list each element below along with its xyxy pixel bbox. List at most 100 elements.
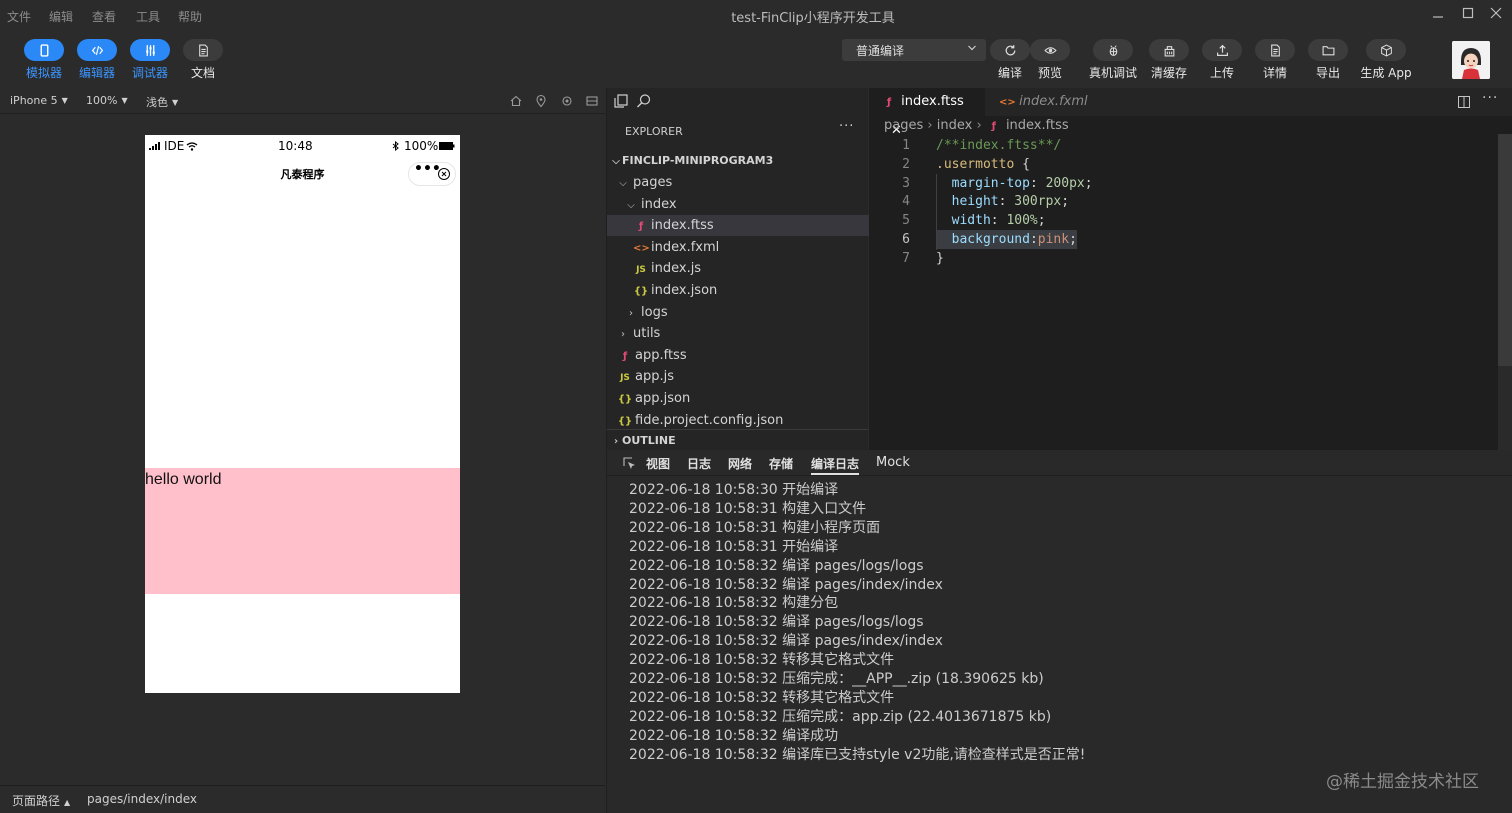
tab-mock[interactable]: Mock: [876, 455, 910, 470]
code-line[interactable]: 1 /**index.ftss**/: [869, 136, 1469, 155]
tree-item[interactable]: {} fide.project.config.json: [607, 410, 869, 431]
code-line[interactable]: 2 .usermotto {: [869, 155, 1469, 174]
tree-item[interactable]: ƒ app.ftss: [607, 345, 869, 366]
zoom-select[interactable]: 100% ▼: [86, 94, 128, 107]
tree-item[interactable]: ⌵ index: [607, 194, 869, 215]
log-line: 2022-06-18 10:58:32 编译 pages/logs/logs: [629, 557, 924, 574]
location-icon[interactable]: [534, 94, 548, 108]
tab-log[interactable]: 日志: [687, 455, 711, 472]
search-icon[interactable]: [636, 93, 652, 109]
tree-item[interactable]: › logs: [607, 302, 869, 323]
breadcrumb-item[interactable]: index: [937, 118, 973, 133]
chevron-right-icon: ›: [976, 118, 986, 133]
clear-cache-label[interactable]: 清缓存: [1139, 64, 1199, 81]
compile-button[interactable]: [990, 39, 1030, 61]
code-token: 200px: [1045, 175, 1085, 191]
line-number: 3: [902, 175, 910, 191]
avatar[interactable]: [1452, 41, 1490, 79]
compile-mode-value: 普通编译: [856, 44, 905, 58]
tree-item[interactable]: {} index.json: [607, 280, 869, 301]
explorer-header: EXPLORER: [625, 125, 683, 138]
compile-mode-select[interactable]: 普通编译: [842, 39, 986, 61]
explorer-more-icon[interactable]: ···: [839, 119, 854, 134]
tree-item[interactable]: <>index.fxml: [607, 237, 869, 258]
code-line[interactable]: 6 background:pink;: [869, 230, 1469, 249]
details-button[interactable]: [1255, 39, 1295, 61]
outline-section[interactable]: › OUTLINE: [607, 429, 869, 450]
clear-cache-button[interactable]: [1149, 39, 1189, 61]
export-label[interactable]: 导出: [1298, 64, 1358, 81]
js-file-icon: JS: [620, 373, 630, 384]
tree-item[interactable]: JS app.js: [607, 366, 869, 387]
breadcrumb-item[interactable]: index.ftss: [1006, 118, 1069, 133]
tab-network[interactable]: 网络: [728, 455, 752, 472]
tree-item[interactable]: ƒ index.ftss: [607, 215, 869, 237]
simulator-toolbar: iPhone 5 ▼ 100% ▼ 浅色 ▼: [0, 88, 605, 114]
tree-item[interactable]: JS index.js: [607, 258, 869, 279]
scrollbar-thumb[interactable]: [1498, 134, 1512, 366]
docs-label[interactable]: 文档: [173, 64, 233, 81]
watermark: @稀土掘金技术社区: [1326, 772, 1479, 792]
upload-label[interactable]: 上传: [1192, 64, 1252, 81]
simulator-toggle-button[interactable]: [24, 39, 64, 61]
close-mini-program-icon[interactable]: [437, 167, 451, 181]
debugger-toggle-button[interactable]: [130, 39, 170, 61]
debugger-label[interactable]: 调试器: [120, 64, 180, 81]
battery-percent: 100%: [404, 139, 439, 153]
code-line[interactable]: 3 margin-top: 200px;: [869, 174, 1469, 193]
device-debug-button[interactable]: [1093, 39, 1133, 61]
docs-button[interactable]: [183, 39, 223, 61]
theme-select[interactable]: 浅色 ▼: [146, 94, 178, 110]
close-icon[interactable]: [1486, 6, 1506, 24]
inspect-element-icon[interactable]: [623, 457, 636, 470]
device-select[interactable]: iPhone 5 ▼: [10, 94, 68, 107]
code-line[interactable]: 5 width: 100%;: [869, 211, 1469, 230]
project-root[interactable]: ⌵ FINCLIP-MINIPROGRAM3: [607, 150, 869, 171]
line-number: 2: [902, 156, 910, 172]
page-path-label[interactable]: 页面路径 ▲: [12, 792, 70, 809]
minimize-icon[interactable]: [1428, 6, 1448, 24]
chevron-right-icon: ›: [621, 329, 625, 341]
breadcrumb-item[interactable]: pages: [884, 118, 923, 133]
code-line[interactable]: 7}: [869, 249, 1469, 268]
export-button[interactable]: [1308, 39, 1348, 61]
tab-view[interactable]: 视图: [646, 455, 670, 472]
editor-scrollbar[interactable]: [1498, 134, 1512, 450]
upload-button[interactable]: [1202, 39, 1242, 61]
maximize-icon[interactable]: [1458, 6, 1478, 24]
editor-toggle-button[interactable]: [77, 39, 117, 61]
log-line: 2022-06-18 10:58:32 编译 pages/logs/logs: [629, 614, 924, 631]
files-icon[interactable]: [613, 93, 629, 109]
tab-storage[interactable]: 存储: [769, 455, 793, 472]
fxml-file-icon: <>: [633, 242, 650, 254]
fxml-file-icon: <>: [999, 97, 1016, 108]
tab-index-ftss[interactable]: ƒ index.ftss ✕: [869, 88, 985, 138]
tab-index-fxml[interactable]: <> index.fxml: [987, 88, 1097, 116]
log-line: 2022-06-18 10:58:32 构建分包: [629, 595, 839, 612]
device-debug-label[interactable]: 真机调试: [1083, 64, 1143, 81]
tree-item[interactable]: {} app.json: [607, 388, 869, 409]
details-label[interactable]: 详情: [1245, 64, 1305, 81]
layout-icon[interactable]: [585, 94, 599, 108]
home-icon[interactable]: [509, 94, 523, 108]
capsule-menu[interactable]: •••: [408, 161, 456, 186]
simulator-label[interactable]: 模拟器: [14, 64, 74, 81]
tree-item[interactable]: › utils: [607, 323, 869, 344]
editor-more-icon[interactable]: ···: [1482, 90, 1498, 106]
build-app-label[interactable]: 生成 App: [1356, 64, 1416, 81]
device-value: iPhone 5: [10, 94, 58, 107]
editor-label[interactable]: 编辑器: [67, 64, 127, 81]
preview-label[interactable]: 预览: [1020, 64, 1080, 81]
code-line[interactable]: 4 height: 300rpx;: [869, 192, 1469, 211]
code-editor: ƒ index.ftss ✕ <> index.fxml ··· pages ›…: [869, 88, 1512, 450]
split-editor-icon[interactable]: [1457, 95, 1471, 109]
phone-screen[interactable]: IDE 10:48 100% 凡泰程序 ••• hello world: [145, 135, 460, 693]
tree-item-label: app.ftss: [635, 347, 687, 363]
log-line: 2022-06-18 10:58:30 开始编译: [629, 482, 839, 498]
tab-compile-log[interactable]: 编译日志: [811, 455, 860, 475]
preview-button[interactable]: [1030, 39, 1070, 61]
tree-item[interactable]: ⌵ pages: [607, 172, 869, 193]
build-app-button[interactable]: [1366, 39, 1406, 61]
rotate-icon[interactable]: [560, 94, 574, 108]
